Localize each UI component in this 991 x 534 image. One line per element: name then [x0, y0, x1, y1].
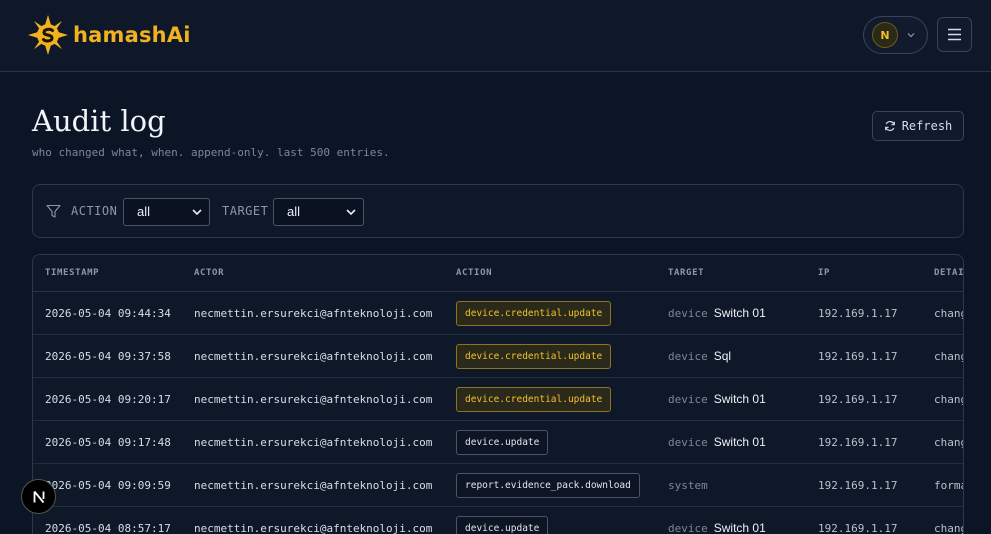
row-target-name: Switch 01: [713, 392, 766, 406]
row-actor: necmettin.ersurekci@afnteknoloji.com: [194, 307, 433, 320]
row-details: chang: [934, 350, 964, 363]
row-timestamp: 2026-05-04 08:57:17: [45, 522, 171, 534]
refresh-icon: [884, 120, 895, 132]
brand-name: hamashAi: [73, 23, 191, 47]
audit-table: TIMESTAMP ACTOR ACTION TARGET IP DETAI 2…: [32, 254, 964, 534]
row-details: chang: [934, 307, 964, 320]
action-filter-label: ACTION: [71, 204, 118, 218]
next-logo-icon: [33, 490, 44, 503]
row-ip: 192.169.1.17: [818, 436, 898, 449]
row-target-type: device: [668, 393, 708, 406]
row-timestamp: 2026-05-04 09:20:17: [45, 393, 171, 406]
row-target: system: [668, 478, 714, 492]
page-title: Audit log: [32, 104, 166, 138]
row-action-badge: device.update: [456, 516, 549, 534]
row-target-name: Switch 01: [713, 306, 766, 320]
row-timestamp: 2026-05-04 09:44:34: [45, 307, 171, 320]
table-header: TIMESTAMP ACTOR ACTION TARGET IP DETAI: [33, 255, 963, 292]
row-details: chang: [934, 436, 964, 449]
table-row[interactable]: 2026-05-04 08:57:17 necmettin.ersurekci@a…: [33, 507, 963, 534]
brand-logo[interactable]: hamashAi: [26, 13, 191, 57]
refresh-button[interactable]: Refresh: [872, 111, 964, 141]
row-target: device Switch 01: [668, 392, 766, 406]
filter-panel: ACTION all TARGET all: [32, 184, 964, 238]
hamburger-icon: [948, 28, 961, 41]
row-target: device Switch 01: [668, 521, 766, 534]
column-header-target[interactable]: TARGET: [668, 268, 704, 278]
row-target: device Switch 01: [668, 435, 766, 449]
row-actor: necmettin.ersurekci@afnteknoloji.com: [194, 479, 433, 492]
row-details: forma: [934, 479, 964, 492]
action-filter-select[interactable]: all: [123, 198, 210, 226]
target-filter-label: TARGET: [222, 204, 269, 218]
row-ip: 192.169.1.17: [818, 350, 898, 363]
table-row[interactable]: 2026-05-04 09:20:17 necmettin.ersurekci@a…: [33, 378, 963, 421]
target-filter-select[interactable]: all: [273, 198, 364, 226]
row-target-type: system: [668, 479, 708, 492]
column-header-ip[interactable]: IP: [818, 268, 830, 278]
row-target-name: Sql: [713, 349, 732, 363]
chevron-down-icon: [346, 209, 356, 216]
row-target: device Switch 01: [668, 306, 766, 320]
column-header-action[interactable]: ACTION: [456, 268, 492, 278]
row-action-badge: report.evidence_pack.download: [456, 473, 640, 498]
column-header-actor[interactable]: ACTOR: [194, 268, 224, 278]
sun-logo-icon: [28, 15, 68, 55]
action-filter-value: all: [137, 204, 151, 219]
refresh-label: Refresh: [901, 119, 953, 133]
row-ip: 192.169.1.17: [818, 522, 898, 534]
top-bar: hamashAi N: [0, 0, 991, 72]
row-ip: 192.169.1.17: [818, 307, 898, 320]
row-target-type: device: [668, 522, 708, 534]
row-details: chang: [934, 393, 964, 406]
table-row[interactable]: 2026-05-04 09:44:34 necmettin.ersurekci@a…: [33, 292, 963, 335]
column-header-details[interactable]: DETAI: [934, 268, 963, 278]
row-ip: 192.169.1.17: [818, 479, 898, 492]
row-actor: necmettin.ersurekci@afnteknoloji.com: [194, 393, 433, 406]
row-timestamp: 2026-05-04 09:37:58: [45, 350, 171, 363]
row-target-name: Switch 01: [713, 521, 766, 534]
table-row[interactable]: 2026-05-04 09:17:48 necmettin.ersurekci@a…: [33, 421, 963, 464]
main-menu-button[interactable]: [937, 17, 972, 52]
chevron-down-icon: [192, 209, 202, 216]
row-details: chang: [934, 522, 964, 534]
user-menu-button[interactable]: N: [863, 16, 928, 54]
row-timestamp: 2026-05-04 09:09:59: [45, 479, 171, 492]
row-target-name: Switch 01: [713, 435, 766, 449]
row-target-type: device: [668, 307, 708, 320]
row-action-badge: device.credential.update: [456, 301, 612, 326]
avatar: N: [872, 22, 898, 48]
row-target-type: device: [668, 436, 708, 449]
column-header-timestamp[interactable]: TIMESTAMP: [45, 268, 99, 278]
table-row[interactable]: 2026-05-04 09:09:59 necmettin.ersurekci@a…: [33, 464, 963, 507]
chevron-down-icon: [907, 33, 915, 38]
row-actor: necmettin.ersurekci@afnteknoloji.com: [194, 436, 433, 449]
table-row[interactable]: 2026-05-04 09:37:58 necmettin.ersurekci@a…: [33, 335, 963, 378]
row-action-badge: device.credential.update: [456, 344, 612, 369]
dev-tools-button[interactable]: [21, 479, 56, 514]
row-timestamp: 2026-05-04 09:17:48: [45, 436, 171, 449]
row-ip: 192.169.1.17: [818, 393, 898, 406]
row-actor: necmettin.ersurekci@afnteknoloji.com: [194, 350, 433, 363]
filter-icon: [46, 204, 61, 218]
target-filter-value: all: [287, 204, 301, 219]
row-target: device Sql: [668, 349, 731, 363]
row-action-badge: device.credential.update: [456, 387, 612, 412]
row-target-type: device: [668, 350, 708, 363]
row-action-badge: device.update: [456, 430, 549, 455]
row-actor: necmettin.ersurekci@afnteknoloji.com: [194, 522, 433, 534]
page-subtitle: who changed what, when. append-only. las…: [32, 146, 390, 159]
